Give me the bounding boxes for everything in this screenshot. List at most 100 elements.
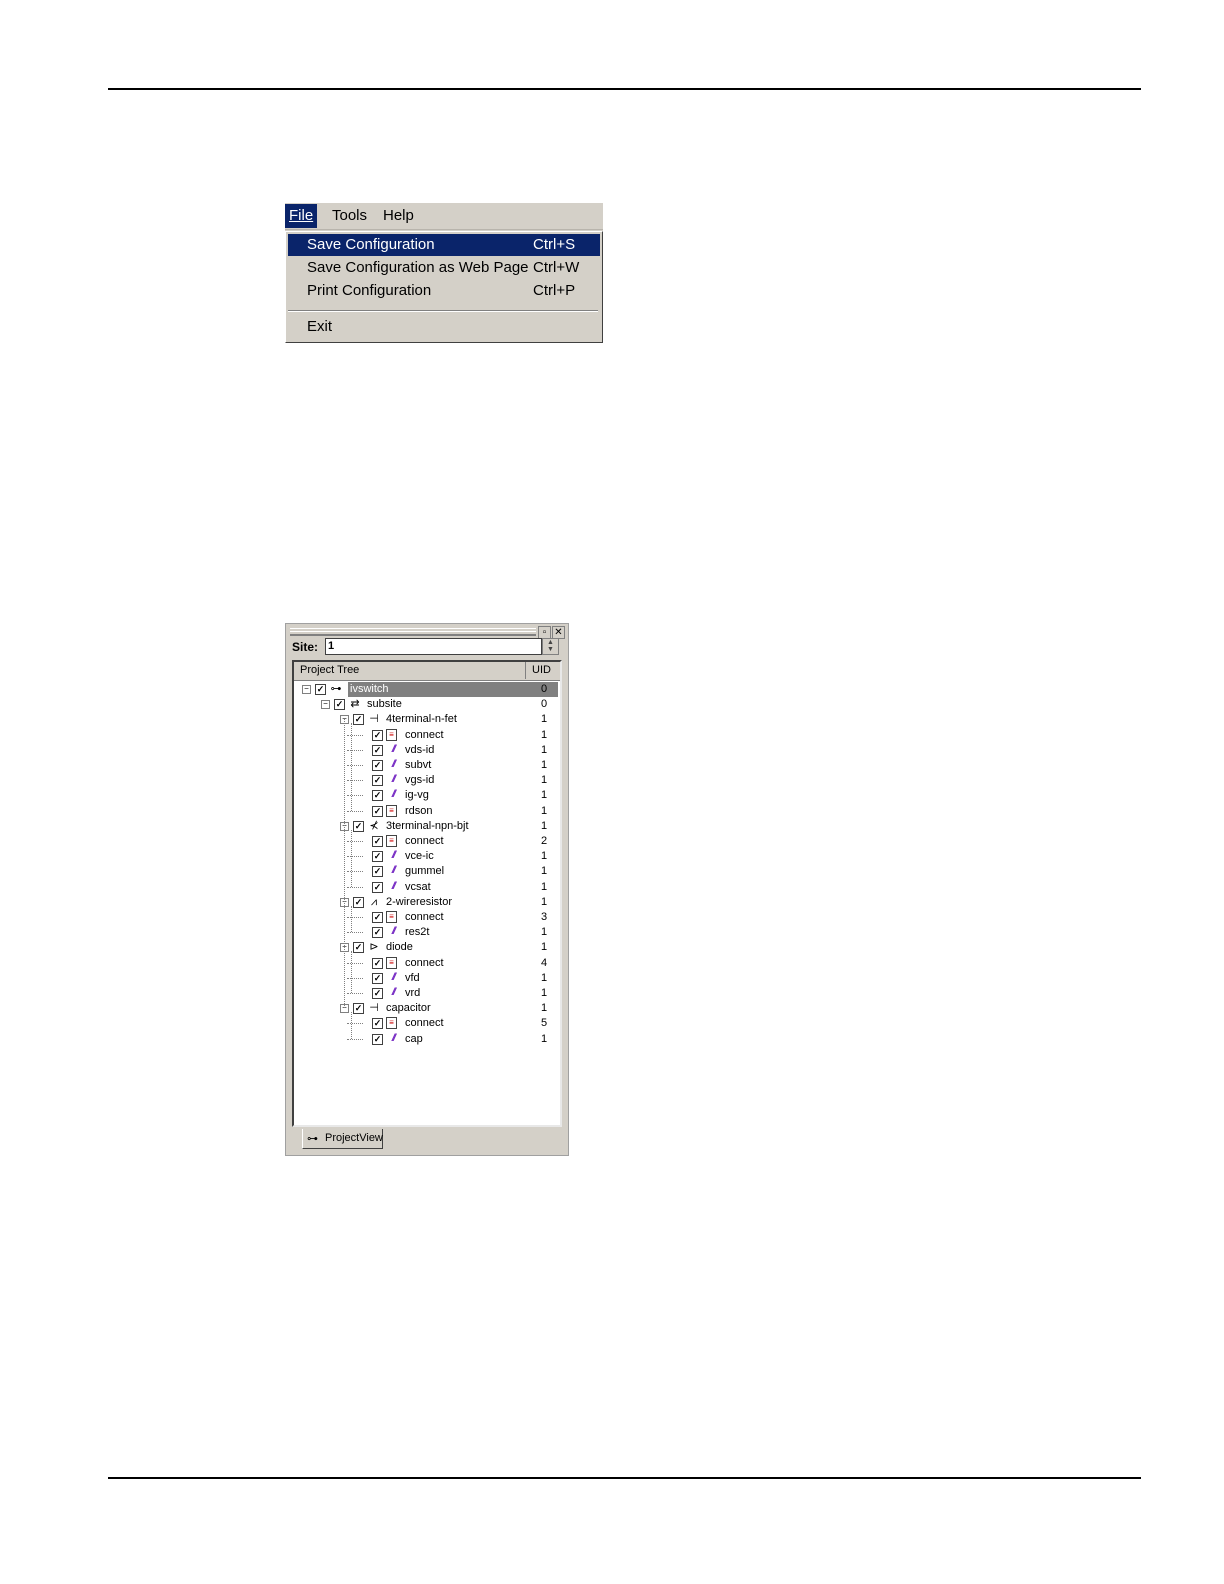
node-checkbox[interactable]: ✓ [372,866,383,878]
node-checkbox[interactable]: ✓ [334,699,345,711]
node-label: diode [386,941,413,954]
node-checkbox[interactable]: ✓ [372,972,383,984]
tree-row[interactable]: ✓ /// gummel 1 [294,864,560,879]
menu-tools-label: Tools [332,207,368,224]
tree-row[interactable]: − ✓ ⊀ 3terminal-npn-bjt 1 [294,819,560,834]
tree-connector [347,1038,363,1040]
tree-row[interactable]: ✓ /// subvt 1 [294,758,560,773]
node-checkbox[interactable]: ✓ [353,1003,364,1015]
node-checkbox[interactable]: ✓ [372,957,383,969]
tree-row[interactable]: ✓ ≡ connect 4 [294,956,560,971]
node-label: subvt [405,759,432,771]
tree-guide-line [351,951,352,993]
site-spinner[interactable]: ▲ ▼ [542,638,559,655]
node-checkbox[interactable]: ✓ [372,851,383,863]
tree-row[interactable]: ✓ /// ig-vg 1 [294,788,560,803]
tree-connector [347,810,363,812]
tab-label: ProjectView [325,1132,383,1144]
node-label: cap [405,1032,423,1045]
tab-projectview[interactable]: ⊶ ProjectView [302,1129,383,1149]
menu-separator [288,310,598,312]
tree-connector [347,1023,363,1025]
tree-row[interactable]: ✓ ≡ connect 2 [294,834,560,849]
tree-row[interactable]: ✓ ≡ connect 1 [294,728,560,743]
menu-item-label: Exit [307,318,333,335]
menu-item-exit[interactable]: Exit [288,316,600,338]
node-checkbox[interactable]: ✓ [372,927,383,939]
tree-connector [347,917,363,918]
node-uid: 1 [541,728,548,741]
tree-header: Project Tree UID [294,662,560,681]
plot-test-icon: /// [391,987,396,998]
tree-guide-line [351,905,352,933]
tree-row[interactable]: ✓ ≡ connect 5 [294,1016,560,1031]
node-checkbox[interactable]: ✓ [372,790,383,802]
tree-row[interactable]: − ✓ ⊶ ivswitch 0 [294,682,560,697]
menu-item-print-configuration[interactable]: Print Configuration Ctrl+P [288,280,600,302]
tree-row[interactable]: − ✓ ⊣ capacitor 1 [294,1001,560,1016]
connect-test-icon: ≡ [386,804,397,817]
node-checkbox[interactable]: ✓ [372,1033,383,1045]
menu-help[interactable]: Help [379,204,418,228]
tree-row[interactable]: ✓ /// cap 1 [294,1032,560,1047]
tree-row[interactable]: ✓ /// vds-id 1 [294,743,560,758]
column-header-uid[interactable]: UID [527,662,557,679]
collapse-icon[interactable]: − [302,685,311,694]
node-checkbox[interactable]: ✓ [372,760,383,771]
node-checkbox[interactable]: ✓ [372,836,383,847]
node-label: connect [405,1017,444,1030]
connect-test-icon: ≡ [386,835,397,847]
node-checkbox[interactable]: ✓ [372,805,383,817]
node-checkbox[interactable]: ✓ [353,714,364,726]
menu-item-save-configuration-as-web-page[interactable]: Save Configuration as Web Page Ctrl+W [288,257,600,279]
tree-connector [347,841,363,842]
node-label: vrd [405,987,421,999]
collapse-icon[interactable]: − [321,700,330,710]
menu-tools[interactable]: Tools [328,204,371,228]
node-checkbox[interactable]: ✓ [372,744,383,756]
site-input[interactable]: 1 [325,638,542,655]
connect-test-icon: ≡ [386,956,397,969]
tree-row[interactable]: − ✓ ⊣ 4terminal-n-fet 1 [294,712,560,727]
node-label: vce-ic [405,850,434,863]
node-checkbox[interactable]: ✓ [372,775,383,787]
tree-row[interactable]: ✓ /// vfd 1 [294,971,560,986]
node-checkbox[interactable]: ✓ [372,881,383,893]
node-uid: 1 [541,713,548,726]
column-header-project-tree[interactable]: Project Tree [294,662,526,679]
menu-item-label: Save Configuration as Web Page [307,259,529,276]
node-uid: 1 [541,971,548,984]
plot-test-icon: /// [391,743,396,755]
tree-row[interactable]: − ✓ ⇄ subsite 0 [294,697,560,712]
node-checkbox[interactable]: ✓ [353,942,364,954]
tree-row[interactable]: − ✓ ⊳ diode 1 [294,940,560,955]
plot-test-icon: /// [391,865,396,877]
tree-row[interactable]: ✓ /// res2t 1 [294,925,560,940]
node-checkbox[interactable]: ✓ [372,912,383,923]
tree-connector [347,780,363,782]
node-checkbox[interactable]: ✓ [372,1018,383,1030]
tree-row[interactable]: ✓ ≡ connect 3 [294,910,560,925]
tree-row[interactable]: ✓ ≡ rdson 1 [294,804,560,819]
node-uid: 1 [541,789,548,802]
node-label: vds-id [405,743,435,756]
node-label: 3terminal-npn-bjt [386,819,469,832]
menu-item-save-configuration[interactable]: Save Configuration Ctrl+S [288,234,600,256]
node-checkbox[interactable]: ✓ [372,988,383,999]
node-checkbox[interactable]: ✓ [353,896,364,908]
tree-connector [347,962,363,964]
node-uid: 1 [541,880,548,893]
tree-connector [347,977,363,979]
tree-row[interactable]: ✓ /// vce-ic 1 [294,849,560,864]
node-label: connect [405,956,444,969]
tree-row[interactable]: ✓ /// vcsat 1 [294,880,560,895]
capacitor-icon: ⊣ [369,1002,379,1015]
node-checkbox[interactable]: ✓ [315,684,326,695]
node-checkbox[interactable]: ✓ [353,820,364,832]
tree-row[interactable]: ✓ /// vgs-id 1 [294,773,560,788]
tree-row[interactable]: ✓ /// vrd 1 [294,986,560,1001]
tree-row[interactable]: − ✓ ⩘ 2-wireresistor 1 [294,895,560,910]
project-view-panel: ▫ ✕ Site: 1 ▲ ▼ Project Tree UID − ✓ ⊶ ivswi… [285,623,569,1156]
menu-file[interactable]: File [285,204,318,228]
node-checkbox[interactable]: ✓ [372,729,383,741]
